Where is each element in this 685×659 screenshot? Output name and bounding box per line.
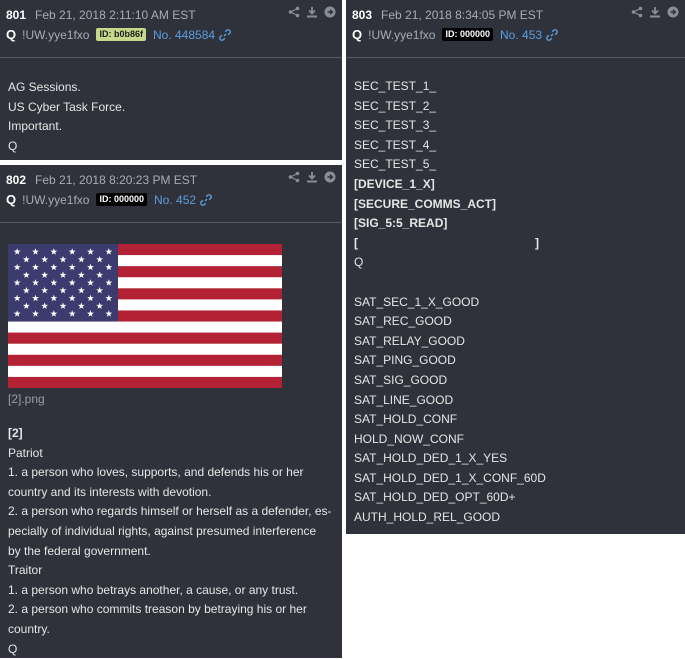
- post-header: 802 Feb 21, 2018 8:20:23 PM EST Q !UW.yy…: [0, 165, 342, 223]
- us-flag-image[interactable]: [8, 244, 282, 388]
- poster-name: Q: [352, 27, 363, 42]
- poster-name: Q: [6, 27, 17, 42]
- download-icon[interactable]: [306, 6, 318, 18]
- id-badge[interactable]: ID: b0b86f: [96, 28, 146, 41]
- post-line: SAT_HOLD_DED_1_X_YES: [354, 451, 508, 466]
- bracket-close: ]: [535, 235, 539, 250]
- flag-stripe: [8, 343, 282, 356]
- tripcode: !UW.yye1fxo: [22, 27, 90, 42]
- post-number[interactable]: 801: [6, 8, 26, 22]
- post-link[interactable]: No. 448584: [153, 28, 231, 42]
- post-line: [DEVICE_1_X]: [354, 176, 435, 191]
- post-body: AG Sessions. US Cyber Task Force. Import…: [8, 78, 336, 156]
- post-line: [SIG_5:5_READ]: [354, 216, 448, 231]
- post-line: pecially of individual rights, against p…: [8, 523, 317, 538]
- post-801: 801 Feb 21, 2018 2:11:10 AM EST Q !UW.yy…: [0, 0, 342, 160]
- forward-icon[interactable]: [667, 6, 679, 18]
- post-line: SAT_HOLD_CONF: [354, 412, 458, 427]
- post-line: SAT_LINE_GOOD: [354, 392, 454, 407]
- post-line: SAT_SEC_1_X_GOOD: [354, 294, 480, 309]
- post-line: SAT_PING_GOOD: [354, 353, 456, 368]
- post-line: SAT_HOLD_DED_1_X_CONF_60D: [354, 470, 546, 485]
- post-line: 2. a person who regards himself or herse…: [8, 504, 332, 519]
- flag-stripe: [8, 332, 282, 344]
- post-link[interactable]: No. 453: [500, 28, 558, 42]
- post-line: Q: [8, 641, 18, 656]
- poster-name: Q: [6, 192, 17, 207]
- flag-stripe: [8, 365, 282, 378]
- post-date: Feb 21, 2018 8:34:05 PM EST: [381, 8, 544, 22]
- post-line: by the federal government.: [8, 543, 151, 558]
- id-badge[interactable]: ID: 000000: [442, 28, 494, 41]
- post-header: 801 Feb 21, 2018 2:11:10 AM EST Q !UW.yy…: [0, 0, 342, 58]
- post-no-label[interactable]: No. 448584: [153, 28, 215, 42]
- forward-icon[interactable]: [324, 171, 336, 183]
- post-line: 2. a person who commits treason by betra…: [8, 602, 307, 617]
- image-filename[interactable]: [2].png: [8, 392, 45, 406]
- download-icon[interactable]: [649, 6, 661, 18]
- post-line: SAT_SIG_GOOD: [354, 372, 448, 387]
- post-line: country and its interests with devotion.: [8, 484, 212, 499]
- post-header: 803 Feb 21, 2018 8:34:05 PM EST Q !UW.yy…: [346, 0, 685, 58]
- post-line: country.: [8, 621, 50, 636]
- post-number[interactable]: 802: [6, 173, 26, 187]
- post-body: [2] Patriot 1. a person who loves, suppo…: [8, 424, 336, 659]
- download-icon[interactable]: [306, 171, 318, 183]
- post-803: 803 Feb 21, 2018 8:34:05 PM EST Q !UW.yy…: [346, 0, 685, 534]
- link-icon[interactable]: [219, 28, 231, 41]
- post-line: Important.: [8, 119, 63, 134]
- link-icon[interactable]: [200, 193, 212, 206]
- post-line: AG Sessions.: [8, 80, 81, 94]
- share-icon[interactable]: [288, 171, 300, 183]
- post-line: SAT_RELAY_GOOD: [354, 333, 465, 348]
- post-link[interactable]: No. 452: [154, 193, 212, 207]
- post-no-label[interactable]: No. 453: [500, 28, 542, 42]
- link-icon[interactable]: [546, 28, 558, 41]
- post-802: 802 Feb 21, 2018 8:20:23 PM EST Q !UW.yy…: [0, 165, 342, 658]
- post-line: SEC_TEST_2_: [354, 98, 437, 113]
- post-line: Q: [354, 255, 364, 270]
- bracket-line: []: [354, 234, 679, 254]
- post-line: Patriot: [8, 445, 43, 460]
- post-number[interactable]: 803: [352, 8, 372, 22]
- share-icon[interactable]: [288, 6, 300, 18]
- flag-stripe: [8, 321, 282, 333]
- post-line: SEC_TEST_1_: [354, 79, 437, 93]
- post-line: SEC_TEST_5_: [354, 157, 437, 172]
- tripcode: !UW.yye1fxo: [22, 192, 90, 207]
- forward-icon[interactable]: [324, 6, 336, 18]
- post-no-label[interactable]: No. 452: [154, 193, 196, 207]
- post-line: 1. a person who betrays another, a cause…: [8, 582, 299, 597]
- post-line: US Cyber Task Force.: [8, 99, 126, 114]
- post-body: SEC_TEST_1_ SEC_TEST_2_ SEC_TEST_3_ SEC_…: [354, 77, 679, 528]
- post-line: SEC_TEST_4_: [354, 137, 437, 152]
- post-line: SAT_REC_GOOD: [354, 314, 452, 329]
- post-line: [2]: [8, 426, 23, 440]
- post-line: AUTH_HOLD_REL_GOOD: [354, 510, 501, 525]
- post-line: Q: [8, 138, 18, 153]
- id-badge[interactable]: ID: 000000: [96, 193, 148, 206]
- flag-stripe: [8, 376, 282, 388]
- post-line: SEC_TEST_3_: [354, 118, 437, 133]
- share-icon[interactable]: [631, 6, 643, 18]
- post-line: Traitor: [8, 563, 43, 578]
- post-line: 1. a person who loves, supports, and def…: [8, 465, 304, 480]
- post-date: Feb 21, 2018 2:11:10 AM EST: [35, 8, 196, 22]
- bracket-open: [: [354, 235, 358, 250]
- post-line: HOLD_NOW_CONF: [354, 431, 465, 446]
- post-line: SAT_HOLD_DED_OPT_60D+: [354, 490, 516, 505]
- post-line: [SECURE_COMMS_ACT]: [354, 196, 497, 211]
- post-date: Feb 21, 2018 8:20:23 PM EST: [35, 173, 198, 187]
- flag-stripe: [8, 354, 282, 367]
- tripcode: !UW.yye1fxo: [368, 27, 436, 42]
